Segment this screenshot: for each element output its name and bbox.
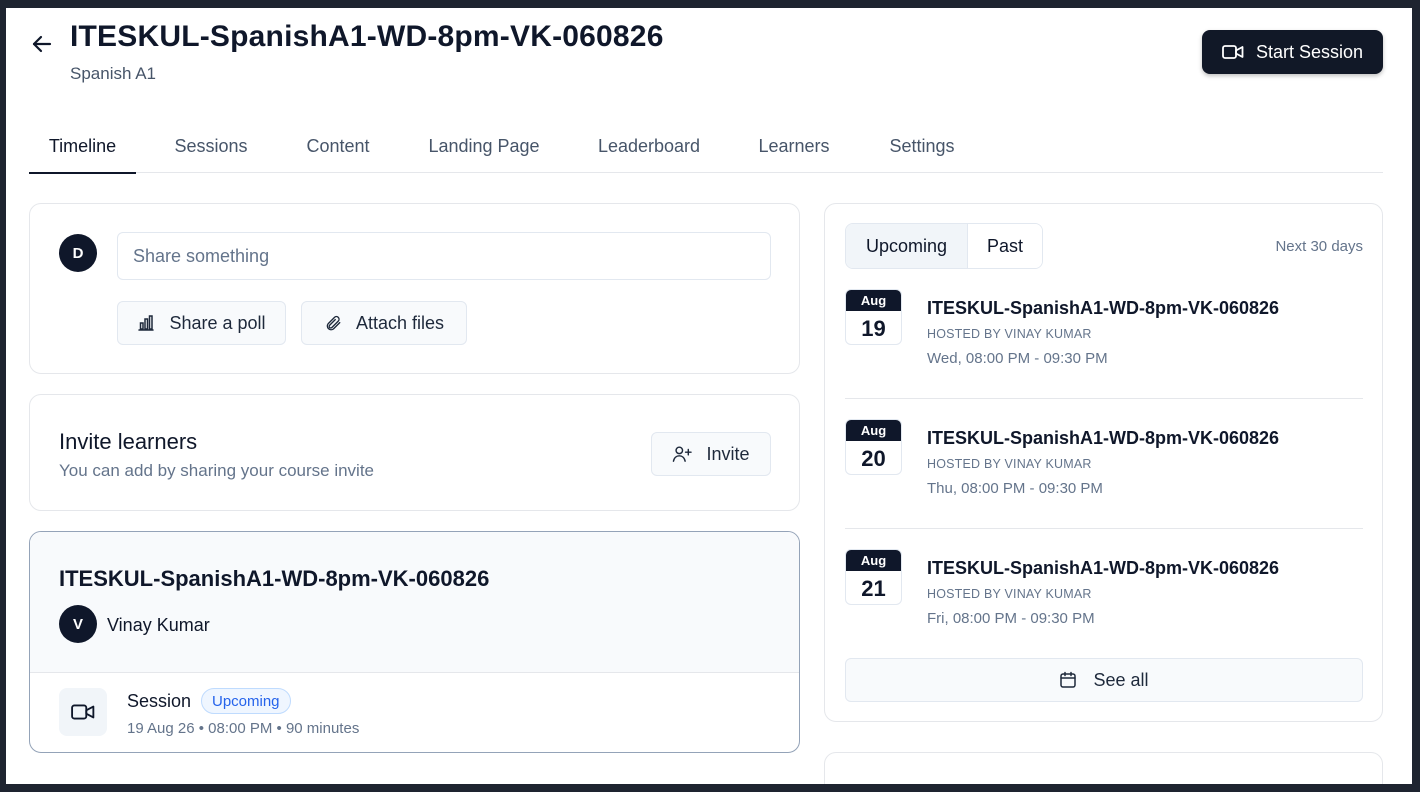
start-session-label: Start Session — [1255, 41, 1364, 62]
event-host: HOSTED BY VINAY KUMAR — [927, 327, 1092, 341]
date-day: 19 — [861, 315, 886, 341]
session-post-card[interactable]: ITESKUL-SpanishA1-WD-8pm-VK-060826 V Vin… — [29, 531, 800, 753]
tab-learners[interactable]: Learners — [720, 120, 868, 173]
event-host: HOSTED BY VINAY KUMAR — [927, 587, 1092, 601]
event-title: ITESKUL-SpanishA1-WD-8pm-VK-060826 — [927, 558, 1280, 578]
see-all-button[interactable]: See all — [845, 658, 1363, 702]
status-badge: Upcoming — [201, 688, 291, 714]
avatar: D — [59, 234, 97, 272]
see-all-label: See all — [1093, 669, 1149, 690]
session-title: ITESKUL-SpanishA1-WD-8pm-VK-060826 — [59, 566, 490, 591]
tab-leaderboard[interactable]: Leaderboard — [578, 120, 720, 173]
user-plus-icon — [673, 446, 693, 462]
invite-subtitle: You can add by sharing your course invit… — [59, 461, 375, 480]
tab-landing-page[interactable]: Landing Page — [390, 120, 578, 173]
attach-files-button[interactable]: Attach files — [301, 301, 467, 345]
session-meta: 19 Aug 26 • 08:00 PM • 90 minutes — [127, 720, 360, 737]
event-time: Fri, 08:00 PM - 09:30 PM — [927, 610, 1095, 627]
event-title: ITESKUL-SpanishA1-WD-8pm-VK-060826 — [927, 298, 1280, 318]
share-poll-label: Share a poll — [169, 312, 266, 333]
host-avatar: V — [59, 605, 97, 643]
page-subtitle: Spanish A1 — [70, 64, 157, 83]
video-camera-icon — [1222, 45, 1244, 59]
date-month: Aug — [846, 550, 901, 571]
schedule-segmented-control: Upcoming Past — [845, 223, 1043, 269]
course-tabs: Timeline Sessions Content Landing Page L… — [29, 120, 1383, 174]
segment-upcoming[interactable]: Upcoming — [846, 224, 968, 268]
app-frame: ITESKUL-SpanishA1-WD-8pm-VK-060826 Spani… — [6, 8, 1412, 784]
event-item[interactable]: Aug 20 ITESKUL-SpanishA1-WD-8pm-VK-06082… — [845, 419, 1363, 529]
session-post-header — [30, 532, 799, 673]
start-session-button[interactable]: Start Session — [1202, 30, 1383, 74]
share-input[interactable] — [117, 232, 771, 280]
event-title: ITESKUL-SpanishA1-WD-8pm-VK-060826 — [927, 428, 1280, 448]
attach-files-label: Attach files — [355, 312, 445, 333]
bar-chart-icon — [138, 315, 155, 331]
tab-content[interactable]: Content — [286, 120, 390, 173]
video-camera-icon — [71, 704, 95, 720]
invite-title: Invite learners — [59, 429, 198, 454]
date-badge: Aug 19 — [845, 289, 902, 345]
event-host: HOSTED BY VINAY KUMAR — [927, 457, 1092, 471]
tab-sessions[interactable]: Sessions — [136, 120, 286, 173]
date-month: Aug — [846, 420, 901, 441]
invite-card: Invite learners You can add by sharing y… — [29, 394, 800, 511]
share-poll-button[interactable]: Share a poll — [117, 301, 286, 345]
date-day: 21 — [861, 575, 886, 601]
composer-card: D Share a poll Attach files — [29, 203, 800, 374]
page-title: ITESKUL-SpanishA1-WD-8pm-VK-060826 — [70, 20, 664, 53]
date-month: Aug — [846, 290, 901, 311]
tab-timeline[interactable]: Timeline — [29, 120, 136, 174]
schedule-panel: Upcoming Past Next 30 days Aug 19 ITESKU… — [824, 203, 1383, 722]
host-name: Vinay Kumar — [107, 615, 210, 635]
session-type-label: Session — [127, 691, 192, 711]
paperclip-icon — [326, 315, 341, 331]
event-item[interactable]: Aug 19 ITESKUL-SpanishA1-WD-8pm-VK-06082… — [845, 289, 1363, 399]
segment-past[interactable]: Past — [968, 224, 1042, 268]
event-time: Wed, 08:00 PM - 09:30 PM — [927, 350, 1108, 367]
invite-label: Invite — [706, 443, 750, 464]
date-badge: Aug 20 — [845, 419, 902, 475]
range-label: Next 30 days — [1275, 238, 1363, 255]
arrow-left-icon — [32, 35, 52, 53]
event-item[interactable]: Aug 21 ITESKUL-SpanishA1-WD-8pm-VK-06082… — [845, 549, 1363, 659]
back-button[interactable] — [26, 28, 58, 60]
date-day: 20 — [861, 445, 886, 471]
invite-button[interactable]: Invite — [651, 432, 771, 476]
session-type-icon-box — [59, 688, 107, 736]
tab-settings[interactable]: Settings — [868, 120, 976, 173]
event-time: Thu, 08:00 PM - 09:30 PM — [927, 480, 1103, 497]
secondary-panel — [824, 752, 1383, 784]
date-badge: Aug 21 — [845, 549, 902, 605]
calendar-icon — [1060, 671, 1077, 688]
